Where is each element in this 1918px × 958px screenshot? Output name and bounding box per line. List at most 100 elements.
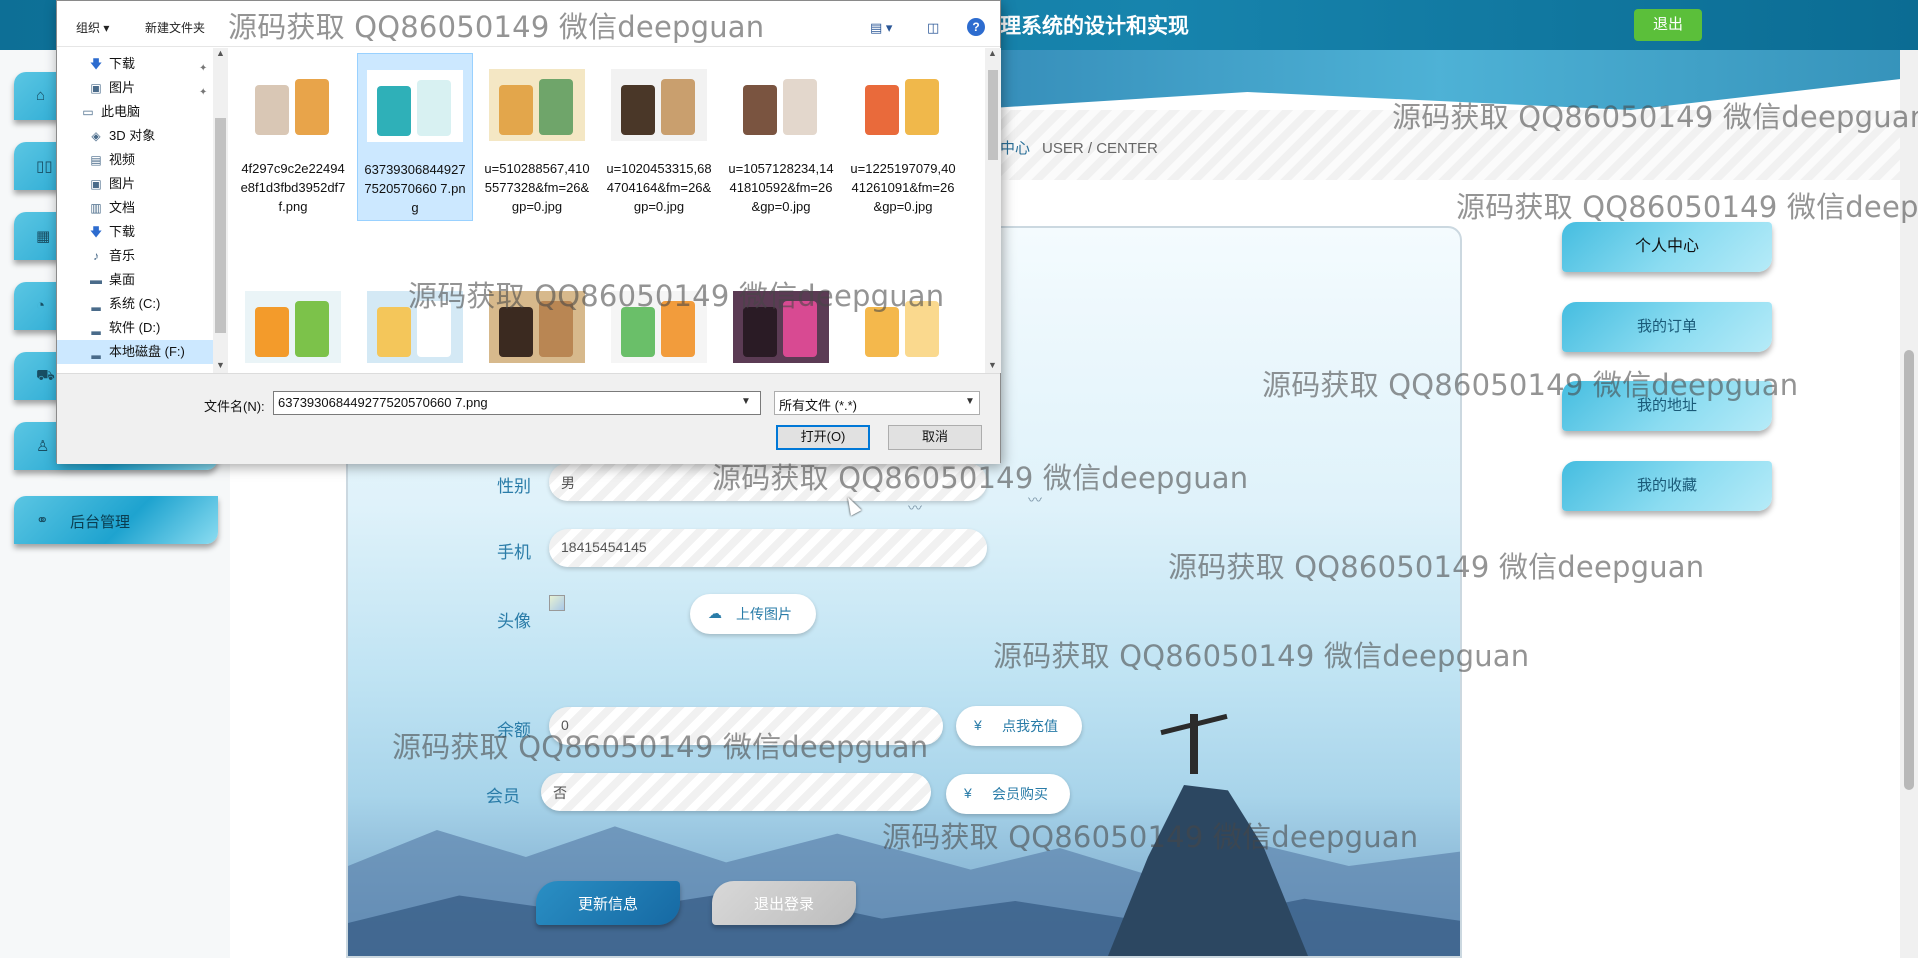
recharge-button[interactable]: ¥ 点我充值 xyxy=(956,706,1082,746)
nav-item[interactable]: ▭ 此电脑 xyxy=(57,100,217,124)
nav-item[interactable]: ▬ 桌面 xyxy=(57,268,217,292)
nav-pane-scrollbar[interactable]: ▲ ▼ xyxy=(213,48,228,373)
music-icon: ♪ xyxy=(93,249,99,263)
scroll-up-arrow-icon[interactable]: ▲ xyxy=(988,48,997,58)
download-icon: 🡇 xyxy=(89,57,103,71)
gender-label: 性别 xyxy=(497,477,531,496)
sidebar-item-label: 后台管理 xyxy=(70,514,131,531)
filetype-select[interactable]: 所有文件 (*.*) xyxy=(774,391,980,415)
buy-member-label: 会员购买 xyxy=(992,786,1048,802)
view-options-icon[interactable]: ▤ ▾ xyxy=(870,20,892,36)
dialog-nav-pane: 🡇 下载 ✦ ▣ 图片 ✦ ▭ 此电脑 ◈ 3D 对象 ▤ 视频 ▣ 图片 ▥ 文档 🡇 下载 ♪ 音乐 ▬ 桌面 ▂ 系统 … xyxy=(57,48,229,373)
cancel-button[interactable]: 取消 xyxy=(888,425,982,450)
member-label: 会员 xyxy=(486,787,520,806)
sidebar-item-admin[interactable]: ⚭ 后台管理 xyxy=(14,496,218,544)
nav-item-label: 文档 xyxy=(109,200,136,215)
nav-item[interactable]: ▂ 本地磁盘 (F:) xyxy=(57,340,217,364)
logout-button[interactable]: 退出登录 xyxy=(712,881,856,925)
nav-item-label: 视频 xyxy=(109,152,136,167)
nav-item[interactable]: ▣ 图片 ✦ xyxy=(57,76,217,100)
nav-item[interactable]: ♪ 音乐 xyxy=(57,244,217,268)
dialog-file-pane: 4f297c9c2e22494e8f1d3fbd3952df7f.png 6373… xyxy=(231,48,985,373)
file-pane-scrollbar-thumb[interactable] xyxy=(988,70,998,160)
page-scrollbar-thumb[interactable] xyxy=(1904,350,1914,790)
desktop-icon: ▬ xyxy=(90,273,102,287)
video-icon: ▤ xyxy=(90,153,102,167)
nav-pane-scrollbar-thumb[interactable] xyxy=(215,118,226,333)
upload-image-label: 上传图片 xyxy=(736,606,792,622)
new-folder-button[interactable]: 新建文件夹 xyxy=(145,19,205,36)
buy-member-button[interactable]: ¥ 会员购买 xyxy=(946,774,1070,814)
file-thumbnail xyxy=(489,69,585,141)
breadcrumb-cn: 中心 xyxy=(1000,140,1031,157)
scroll-down-arrow-icon[interactable]: ▼ xyxy=(988,360,997,370)
nav-item[interactable]: ▤ 视频 xyxy=(57,148,217,172)
nav-item-label: 图片 xyxy=(109,80,136,95)
nav-item[interactable]: 🡇 下载 ✦ xyxy=(57,52,217,76)
file-name: 4f297c9c2e22494e8f1d3fbd3952df7f.png xyxy=(240,161,346,214)
nav-item[interactable]: ▂ 系统 (C:) xyxy=(57,292,217,316)
drive-c-icon: ▂ xyxy=(91,297,101,311)
help-icon[interactable]: ? xyxy=(967,18,985,36)
file-item[interactable]: u=1225197079,4041261091&fm=26&gp=0.jpg xyxy=(845,53,961,221)
file-item[interactable]: u=1057128234,1441810592&fm=26&gp=0.jpg xyxy=(723,53,839,221)
file-item[interactable]: u=1424343884,… xyxy=(235,275,351,373)
file-item[interactable]: u=510288567,4105577328&fm=26&gp=0.jpg xyxy=(479,53,595,221)
file-thumbnail xyxy=(733,69,829,141)
menu-personal-center[interactable]: 个人中心 xyxy=(1562,222,1772,272)
watermark: 源码获取 QQ86050149 微信deepguan xyxy=(408,279,945,313)
cloud-upload-icon: ☁ xyxy=(708,605,722,621)
file-item[interactable]: u=1020453315,684704164&fm=26&gp=0.jpg xyxy=(601,53,717,221)
file-open-dialog: 组织 ▾ 新建文件夹 ▤ ▾ ◫ ? 🡇 下载 ✦ ▣ 图片 ✦ ▭ 此电脑 ◈ 3D 对象 ▤ 视频… xyxy=(56,0,1001,464)
file-thumbnail xyxy=(611,69,707,141)
watermark: 源码获取 QQ86050149 微信deepguan xyxy=(882,820,1419,854)
watermark: 源码获取 QQ86050149 微信deepguan xyxy=(1168,550,1705,584)
yen-icon: ¥ xyxy=(964,785,972,801)
menu-my-favorites[interactable]: 我的收藏 xyxy=(1562,461,1772,511)
nav-item-label: 系统 (C:) xyxy=(109,296,161,311)
avatar-image xyxy=(549,595,565,611)
filename-label: 文件名(N): xyxy=(204,399,265,414)
computer-icon: ▭ xyxy=(82,105,94,119)
upload-image-button[interactable]: ☁ 上传图片 xyxy=(690,594,816,634)
file-thumbnail xyxy=(367,70,463,142)
preview-pane-icon[interactable]: ◫ xyxy=(927,20,939,36)
nav-item-label: 此电脑 xyxy=(101,104,141,119)
cart-icon: ⛟ xyxy=(36,367,55,384)
organize-menu[interactable]: 组织 ▾ xyxy=(76,19,109,36)
nav-item[interactable]: ◈ 3D 对象 xyxy=(57,124,217,148)
bird-decoration: 〰 xyxy=(908,500,922,516)
file-thumbnail xyxy=(855,69,951,141)
file-name: u=1057128234,1441810592&fm=26&gp=0.jpg xyxy=(728,161,834,214)
documents-icon: ▥ xyxy=(90,201,102,215)
nav-item[interactable]: ▣ 图片 xyxy=(57,172,217,196)
nav-item-label: 本地磁盘 (F:) xyxy=(109,344,185,359)
nav-item[interactable]: ▥ 文档 xyxy=(57,196,217,220)
pictures-icon: ▣ xyxy=(90,177,102,191)
scroll-down-arrow-icon[interactable]: ▼ xyxy=(216,360,225,370)
pictures-icon: ▣ xyxy=(90,81,102,95)
file-item[interactable]: 4f297c9c2e22494e8f1d3fbd3952df7f.png xyxy=(235,53,351,221)
update-info-button[interactable]: 更新信息 xyxy=(536,881,680,925)
file-item[interactable]: 637393068449277520570660 7.png xyxy=(357,53,473,221)
user-icon: ♙ xyxy=(36,438,50,455)
grid-icon: ▦ xyxy=(36,228,51,245)
nav-item-label: 图片 xyxy=(109,176,136,191)
nav-item-label: 软件 (D:) xyxy=(109,320,161,335)
chevron-down-icon[interactable]: ▼ xyxy=(741,396,751,407)
file-name: 637393068449277520570660 7.png xyxy=(364,162,466,215)
open-button[interactable]: 打开(O) xyxy=(776,425,870,450)
nav-item[interactable]: 🡇 下载 xyxy=(57,220,217,244)
dialog-footer: 文件名(N): 637393068449277520570660 7.png ▼… xyxy=(57,373,1000,464)
filename-input[interactable]: 637393068449277520570660 7.png xyxy=(273,391,761,415)
menu-my-orders[interactable]: 我的订单 xyxy=(1562,302,1772,352)
nav-item[interactable]: ▂ 软件 (D:) xyxy=(57,316,217,340)
background-person-figure xyxy=(1190,714,1198,774)
member-field[interactable]: 否 xyxy=(541,773,931,811)
phone-field[interactable]: 18415454145 xyxy=(549,529,987,567)
chevron-down-icon[interactable]: ▼ xyxy=(965,396,975,407)
dashboard-icon: ◔ xyxy=(36,297,46,314)
header-logout-button[interactable]: 退出 xyxy=(1634,9,1702,41)
scroll-up-arrow-icon[interactable]: ▲ xyxy=(216,48,225,58)
file-pane-scrollbar[interactable]: ▲ ▼ xyxy=(985,48,1001,373)
